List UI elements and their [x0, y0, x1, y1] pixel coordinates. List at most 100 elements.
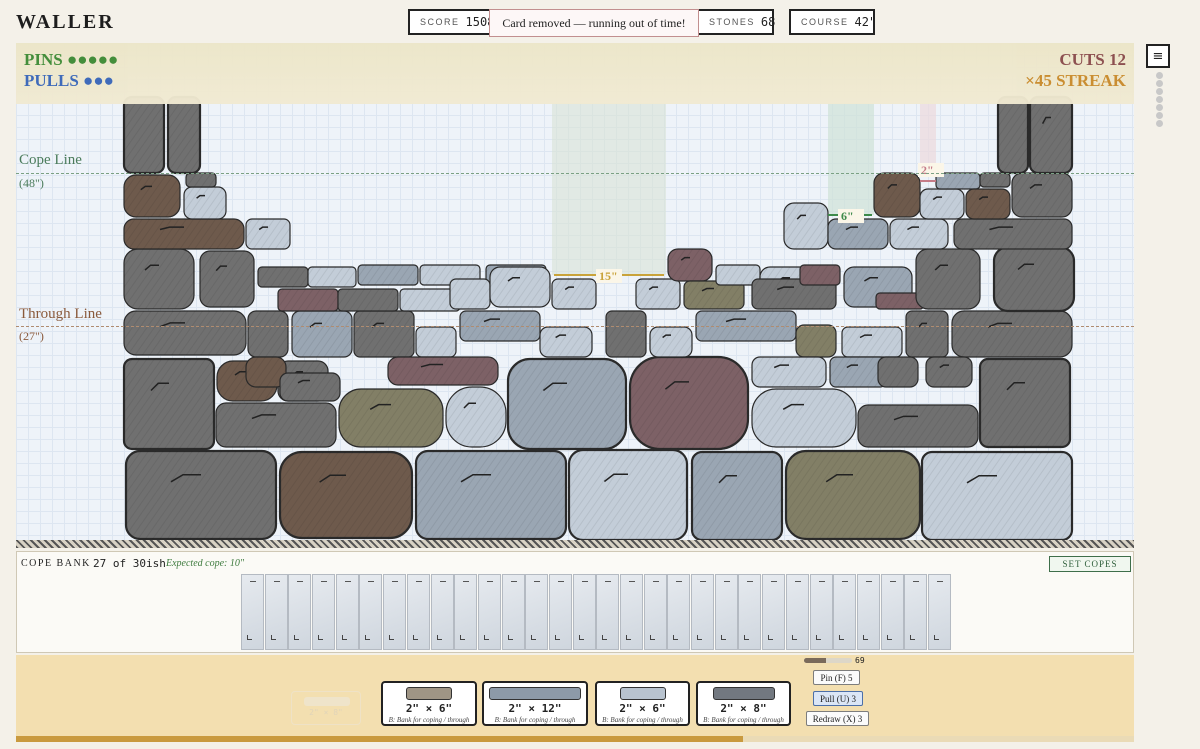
card-hint: B: Bank for coping / through — [602, 716, 683, 724]
card-hint: B: Bank for coping / through — [388, 716, 470, 724]
stone-texture — [124, 175, 180, 217]
card-size: 2" × 12" — [508, 702, 562, 715]
stone-texture — [998, 97, 1028, 173]
stone-texture — [184, 187, 226, 219]
stone-texture — [200, 251, 254, 307]
cope-card[interactable] — [525, 574, 549, 650]
stone-texture — [668, 249, 712, 281]
hand-card-3[interactable]: 2" × 6" B: Bank for coping / through — [595, 681, 690, 726]
time-progress — [16, 736, 1134, 742]
stone-swatch — [619, 687, 666, 700]
stones-panel: STONES 68 — [697, 9, 775, 35]
cope-line-height: (48") — [19, 176, 44, 190]
pins-counter: PINS ●●●●● — [24, 50, 118, 70]
stone-texture — [752, 389, 856, 447]
cope-card[interactable] — [785, 574, 809, 650]
wall-board[interactable]: 15" 6" 2" PINS ●●●●● PULLS ●●● CUTS 12 ×45… — [16, 43, 1134, 548]
stone-texture — [308, 267, 356, 287]
cope-card[interactable] — [904, 574, 928, 650]
cope-card[interactable] — [667, 574, 691, 650]
cope-card[interactable] — [454, 574, 478, 650]
dot — [1156, 88, 1163, 95]
menu-button[interactable]: ≡ — [1146, 44, 1170, 68]
stone-wall[interactable]: 15" 6" 2" — [16, 43, 1134, 548]
removed-card-ghost: 2" × 8" — [291, 691, 361, 725]
course-panel: COURSE 42" — [789, 9, 876, 35]
stone-texture — [416, 327, 456, 357]
cope-card[interactable] — [572, 574, 596, 650]
stone-texture — [508, 359, 626, 449]
cope-card-row — [241, 574, 952, 651]
cope-card[interactable] — [477, 574, 501, 650]
cope-card[interactable] — [620, 574, 643, 650]
stone-texture — [916, 249, 980, 309]
stone-texture — [280, 373, 340, 401]
stone-texture — [569, 450, 687, 540]
stone-texture — [874, 173, 920, 217]
cope-card[interactable] — [501, 574, 525, 650]
stone-texture — [450, 279, 490, 309]
stone-texture — [124, 311, 246, 355]
set-copes-button[interactable]: SET COPES — [1049, 556, 1131, 572]
stone-texture — [878, 357, 918, 387]
cope-card[interactable] — [406, 574, 430, 650]
cope-line-label: Cope Line — [19, 152, 82, 168]
redraw-button[interactable]: Redraw (X) 3 — [806, 711, 869, 726]
hand-card-4[interactable]: 2" × 8" B: Bank for coping / through — [696, 681, 791, 726]
cope-card[interactable] — [264, 574, 288, 650]
cope-card[interactable] — [548, 574, 572, 650]
card-hint: B: Bank for coping / through — [703, 716, 784, 724]
cope-card[interactable] — [383, 574, 407, 650]
cope-card[interactable] — [714, 574, 738, 650]
cope-card[interactable] — [241, 574, 264, 650]
cope-card[interactable] — [833, 574, 857, 650]
cope-card[interactable] — [643, 574, 667, 650]
stone-texture — [828, 219, 888, 249]
stone-texture — [906, 311, 948, 357]
cope-card[interactable] — [738, 574, 762, 650]
stone-texture — [278, 289, 338, 311]
toast-notification: Card removed — running out of time! — [489, 9, 699, 37]
stone-texture — [124, 219, 244, 249]
stone-texture — [186, 173, 216, 187]
stone-texture — [784, 203, 828, 249]
dot — [1156, 112, 1163, 119]
card-size: 2" × 8" — [720, 702, 767, 715]
cope-bank-title: COPE BANK — [21, 558, 91, 569]
cope-card[interactable] — [762, 574, 786, 650]
stone-texture — [980, 173, 1010, 187]
cope-card[interactable] — [927, 574, 951, 650]
cope-card[interactable] — [856, 574, 880, 650]
app-logo: WALLER — [16, 11, 115, 33]
pin-button[interactable]: Pin (F) 5 — [813, 670, 860, 685]
pull-button[interactable]: Pull (U) 3 — [813, 691, 863, 706]
stone-texture — [796, 325, 836, 357]
gap-label: 6" — [841, 209, 854, 223]
stone-texture — [1030, 97, 1072, 173]
stone-texture — [168, 97, 200, 173]
stone-texture — [922, 452, 1072, 540]
stone-texture — [126, 451, 276, 539]
hand-card-1[interactable]: 2" × 6" B: Bank for coping / through — [381, 681, 477, 726]
score-panel: SCORE 15086 — [408, 9, 502, 35]
cope-card[interactable] — [312, 574, 336, 650]
cope-card[interactable] — [288, 574, 312, 650]
ghost-swatch — [304, 697, 350, 706]
cope-card[interactable] — [809, 574, 833, 650]
cope-card[interactable] — [430, 574, 454, 650]
cope-card[interactable] — [880, 574, 904, 650]
stone-texture — [800, 265, 840, 285]
cope-card[interactable] — [691, 574, 715, 650]
gap-guide-15 — [552, 103, 666, 275]
cope-card[interactable] — [596, 574, 620, 650]
pulls-counter: PULLS ●●● — [24, 71, 114, 91]
stones-label: STONES — [709, 17, 755, 27]
cope-card[interactable] — [359, 574, 383, 650]
stone-texture — [692, 452, 782, 540]
top-bar: WALLER SCORE 15086 STONES 68 COURSE 42" … — [0, 0, 1200, 44]
cope-card[interactable] — [335, 574, 359, 650]
pins-label: PINS — [24, 50, 63, 69]
hand-card-2[interactable]: 2" × 12" B: Bank for coping / through — [482, 681, 588, 726]
stone-texture — [246, 219, 290, 249]
streak-counter: ×45 STREAK — [1025, 71, 1126, 90]
